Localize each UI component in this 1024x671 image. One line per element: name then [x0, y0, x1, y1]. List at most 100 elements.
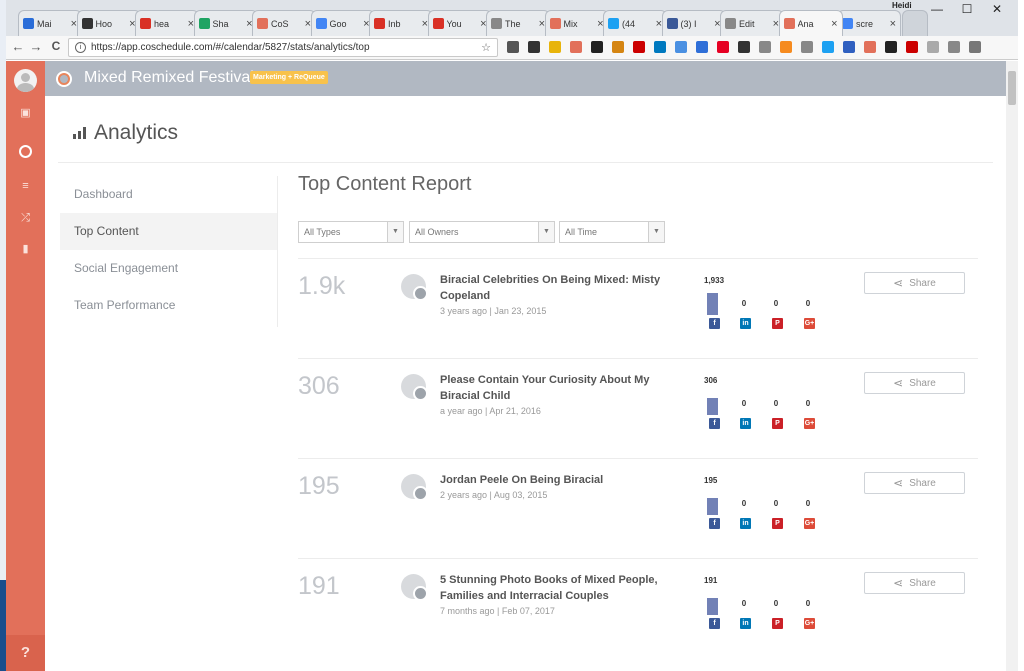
menu-item[interactable]: Top Content	[60, 213, 277, 250]
share-button[interactable]: ⋖ Share	[864, 372, 965, 394]
profile-name[interactable]: Heidi	[892, 1, 912, 10]
extension-icon[interactable]	[969, 41, 981, 53]
page-scrollbar[interactable]	[1006, 61, 1018, 671]
extension-icon[interactable]	[675, 41, 687, 53]
engagement-count: 1.9k	[298, 272, 346, 300]
forward-button[interactable]: →	[28, 39, 44, 54]
browser-tab[interactable]: You ×	[427, 10, 492, 36]
extension-icon[interactable]	[591, 41, 603, 53]
browser-tab[interactable]: Hoo ×	[76, 10, 141, 36]
share-label: Share	[909, 477, 936, 489]
extension-icon[interactable]	[528, 41, 540, 53]
content-row: 1.9k Biracial Celebrities On Being Mixed:…	[298, 258, 978, 358]
list-icon[interactable]: ≡	[18, 179, 33, 194]
content-title[interactable]: Please Contain Your Curiosity About My B…	[440, 372, 680, 404]
browser-tab[interactable]: Mix ×	[544, 10, 609, 36]
browser-tab[interactable]: Inb ×	[369, 10, 433, 36]
reload-button[interactable]: C	[48, 39, 64, 53]
calendar-ring-icon[interactable]	[19, 145, 32, 158]
share-button[interactable]: ⋖ Share	[864, 472, 965, 494]
content-row: 191 5 Stunning Photo Books of Mixed Peopl…	[298, 558, 978, 658]
maximize-button[interactable]: ☐	[952, 2, 982, 16]
extension-icon[interactable]	[948, 41, 960, 53]
info-icon[interactable]: i	[75, 42, 86, 53]
content-title[interactable]: Biracial Celebrities On Being Mixed: Mis…	[440, 272, 680, 304]
extension-icon[interactable]	[906, 41, 918, 53]
new-tab-button[interactable]	[901, 10, 928, 36]
extension-icon[interactable]	[696, 41, 708, 53]
tab-title: Inb	[388, 18, 401, 29]
browser-tab[interactable]: scre ×	[837, 10, 901, 36]
back-button[interactable]: ←	[10, 39, 26, 54]
extension-icon[interactable]	[885, 41, 897, 53]
extension-icon[interactable]	[738, 41, 750, 53]
menu-item[interactable]: Team Performance	[60, 287, 277, 324]
menu-item[interactable]: Dashboard	[60, 176, 277, 213]
help-button[interactable]: ?	[6, 635, 45, 671]
content-date: 2 years ago | Aug 03, 2015	[440, 490, 548, 500]
menu-item[interactable]: Social Engagement	[60, 250, 277, 287]
browser-tab[interactable]: Ana ×	[778, 10, 843, 36]
browser-tab[interactable]: Goo ×	[310, 10, 375, 36]
extension-icon[interactable]	[843, 41, 855, 53]
extension-icon[interactable]	[570, 41, 582, 53]
share-button[interactable]: ⋖ Share	[864, 272, 965, 294]
googleplus-icon: G+	[804, 318, 815, 329]
browser-tab[interactable]: CoS ×	[252, 10, 316, 36]
address-bar[interactable]: i https://app.coschedule.com/#/calendar/…	[68, 38, 498, 57]
page-title-text: Analytics	[94, 121, 179, 144]
extension-icon[interactable]	[549, 41, 561, 53]
tab-favicon-icon	[725, 18, 736, 29]
scrollbar-thumb[interactable]	[1008, 71, 1016, 105]
extension-icon[interactable]	[654, 41, 666, 53]
extension-icon[interactable]	[822, 41, 834, 53]
linkedin-icon: in	[740, 618, 751, 629]
report-title: Top Content Report	[298, 173, 472, 195]
chevron-down-icon[interactable]: ▼	[538, 222, 554, 242]
filter-select[interactable]: All Types ▼	[298, 221, 404, 243]
browser-tab[interactable]: (44 ×	[603, 10, 667, 36]
chevron-down-icon[interactable]: ▼	[648, 222, 664, 242]
url-text[interactable]: https://app.coschedule.com/#/calendar/58…	[91, 42, 370, 53]
tab-close-icon[interactable]: ×	[890, 18, 896, 30]
filter-select[interactable]: All Time ▼	[559, 221, 665, 243]
avatar[interactable]	[14, 69, 37, 92]
content-date: 7 months ago | Feb 07, 2017	[440, 606, 555, 616]
extension-icon[interactable]	[759, 41, 771, 53]
extension-icon[interactable]	[633, 41, 645, 53]
extension-icon[interactable]	[801, 41, 813, 53]
calendar-name[interactable]: Mixed Remixed Festival	[84, 69, 254, 87]
browser-tab[interactable]: Edit ×	[720, 10, 784, 36]
tab-favicon-icon	[374, 18, 385, 29]
tab-close-icon[interactable]: ×	[831, 18, 837, 30]
chevron-down-icon[interactable]: ▼	[387, 222, 403, 242]
extension-icon[interactable]	[612, 41, 624, 53]
briefcase-icon[interactable]: ▣	[18, 106, 33, 121]
content-title[interactable]: 5 Stunning Photo Books of Mixed People, …	[440, 572, 680, 604]
content-title[interactable]: Jordan Peele On Being Biracial	[440, 472, 680, 488]
close-window-button[interactable]: ✕	[982, 2, 1012, 16]
share-button[interactable]: ⋖ Share	[864, 572, 965, 594]
browser-tab[interactable]: The ×	[486, 10, 550, 36]
analytics-icon[interactable]: ▮	[18, 242, 33, 257]
linkedin-count: 0	[741, 599, 747, 608]
share-icon: ⋖	[893, 476, 904, 490]
browser-tab[interactable]: Sha ×	[193, 10, 258, 36]
bookmark-star-icon[interactable]: ☆	[481, 41, 491, 54]
extension-icon[interactable]	[780, 41, 792, 53]
extension-icon[interactable]	[864, 41, 876, 53]
pinterest-count: 0	[773, 399, 779, 408]
facebook-bar	[707, 498, 718, 515]
tab-favicon-icon	[81, 18, 93, 29]
browser-tab[interactable]: Mai ×	[18, 10, 82, 36]
filter-select[interactable]: All Owners ▼	[409, 221, 555, 243]
extension-icon[interactable]	[507, 41, 519, 53]
extension-icon[interactable]	[927, 41, 939, 53]
facebook-bar	[707, 398, 718, 415]
extension-icon[interactable]	[717, 41, 729, 53]
share-label: Share	[909, 277, 936, 289]
facebook-icon: f	[709, 518, 720, 529]
browser-tab[interactable]: (3) I ×	[661, 10, 726, 36]
shuffle-icon[interactable]: ⤮	[18, 211, 33, 226]
browser-tab[interactable]: hea ×	[135, 10, 199, 36]
